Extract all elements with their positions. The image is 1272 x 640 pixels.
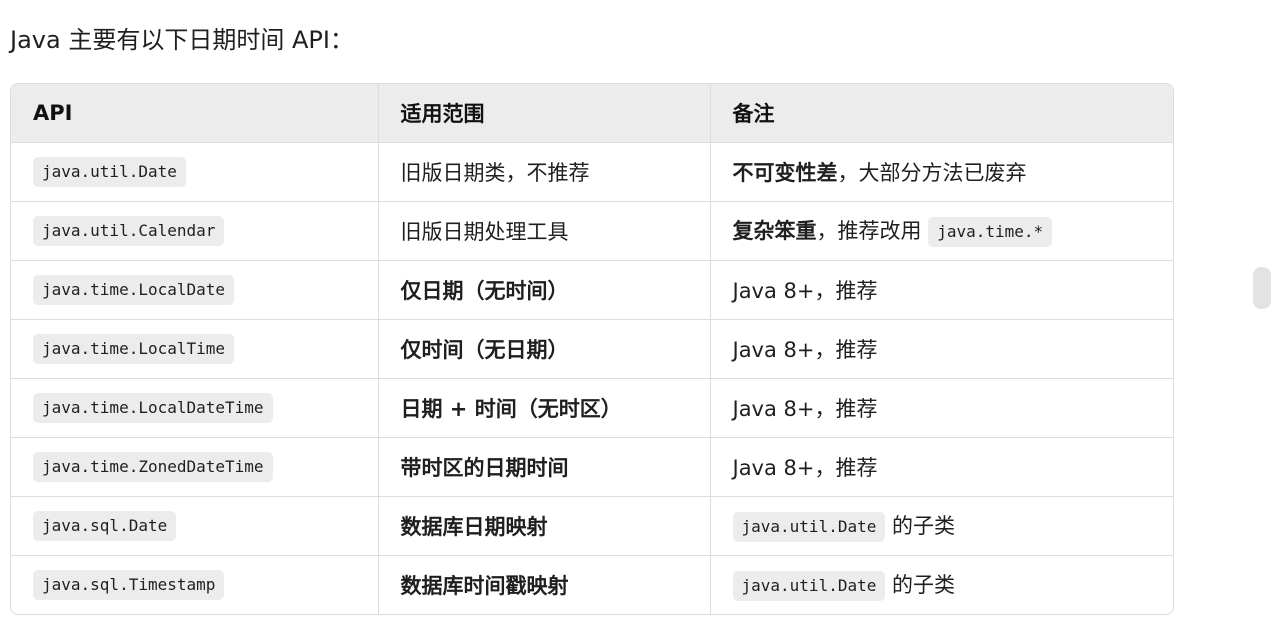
code-api: java.time.LocalDate xyxy=(33,275,235,305)
cell-notes: Java 8+，推荐 xyxy=(710,319,1173,379)
note-code: java.util.Date xyxy=(732,512,886,542)
cell-notes: 不可变性差，大部分方法已废弃 xyxy=(710,142,1173,202)
cell-notes: Java 8+，推荐 xyxy=(710,260,1173,320)
cell-api: java.time.LocalTime xyxy=(11,319,379,379)
cell-notes: java.util.Date 的子类 xyxy=(710,556,1173,615)
table-row: java.sql.Date 数据库日期映射 java.util.Date 的子类 xyxy=(11,496,1173,556)
note-text: ，推荐改用 xyxy=(816,219,922,243)
cell-scope: 仅时间（无日期） xyxy=(378,319,711,379)
header-scope: 适用范围 xyxy=(378,84,711,143)
cell-scope: 日期 + 时间（无时区） xyxy=(378,378,711,438)
code-api: java.sql.Date xyxy=(33,511,177,541)
code-api: java.sql.Timestamp xyxy=(33,570,225,600)
note-code: java.time.* xyxy=(928,217,1053,247)
table-row: java.time.LocalDateTime 日期 + 时间（无时区） Jav… xyxy=(11,378,1173,438)
table-row: java.time.LocalDate 仅日期（无时间） Java 8+，推荐 xyxy=(11,260,1173,320)
cell-api: java.time.LocalDate xyxy=(11,260,379,320)
cell-api: java.util.Date xyxy=(11,142,379,202)
note-text: ，大部分方法已废弃 xyxy=(837,161,1027,185)
page: Java 主要有以下日期时间 API： API 适用范围 备注 java.uti… xyxy=(0,0,1272,640)
cell-api: java.sql.Timestamp xyxy=(11,555,379,614)
cell-scope: 仅日期（无时间） xyxy=(378,260,711,320)
cell-notes: Java 8+，推荐 xyxy=(710,378,1173,438)
code-api: java.time.LocalDateTime xyxy=(33,393,273,423)
table-row: java.time.LocalTime 仅时间（无日期） Java 8+，推荐 xyxy=(11,319,1173,379)
cell-api: java.sql.Date xyxy=(11,496,379,556)
note-bold: 不可变性差 xyxy=(732,161,838,185)
header-api: API xyxy=(11,84,379,143)
code-api: java.time.LocalTime xyxy=(33,334,235,364)
cell-scope: 数据库时间戳映射 xyxy=(378,555,711,614)
header-notes: 备注 xyxy=(710,84,1173,143)
note-code: java.util.Date xyxy=(732,571,886,601)
api-table: API 适用范围 备注 java.util.Date 旧版日期类，不推荐 不可变… xyxy=(10,83,1174,615)
cell-scope: 旧版日期类，不推荐 xyxy=(378,142,711,202)
cell-scope: 旧版日期处理工具 xyxy=(378,201,711,261)
code-api: java.time.ZonedDateTime xyxy=(33,452,273,482)
table-row: java.sql.Timestamp 数据库时间戳映射 java.util.Da… xyxy=(11,555,1173,615)
cell-scope: 带时区的日期时间 xyxy=(378,437,711,497)
table-header-row: API 适用范围 备注 xyxy=(11,84,1173,143)
cell-api: java.util.Calendar xyxy=(11,201,379,261)
note-text: 的子类 xyxy=(885,514,956,538)
cell-notes: Java 8+，推荐 xyxy=(710,437,1173,497)
code-api: java.util.Calendar xyxy=(33,216,225,246)
cell-scope: 数据库日期映射 xyxy=(378,496,711,556)
cell-notes: 复杂笨重，推荐改用 java.time.* xyxy=(710,201,1173,261)
cell-notes: java.util.Date 的子类 xyxy=(710,496,1173,556)
table-row: java.util.Calendar 旧版日期处理工具 复杂笨重，推荐改用 ja… xyxy=(11,201,1173,261)
table-row: java.time.ZonedDateTime 带时区的日期时间 Java 8+… xyxy=(11,437,1173,497)
cell-api: java.time.LocalDateTime xyxy=(11,378,379,438)
note-text: 的子类 xyxy=(885,573,956,597)
cell-api: java.time.ZonedDateTime xyxy=(11,437,379,497)
scroll-handle[interactable] xyxy=(1253,267,1271,309)
code-api: java.util.Date xyxy=(33,157,186,187)
note-bold: 复杂笨重 xyxy=(732,219,817,243)
intro-text: Java 主要有以下日期时间 API： xyxy=(10,26,354,54)
table-row: java.util.Date 旧版日期类，不推荐 不可变性差，大部分方法已废弃 xyxy=(11,142,1173,202)
